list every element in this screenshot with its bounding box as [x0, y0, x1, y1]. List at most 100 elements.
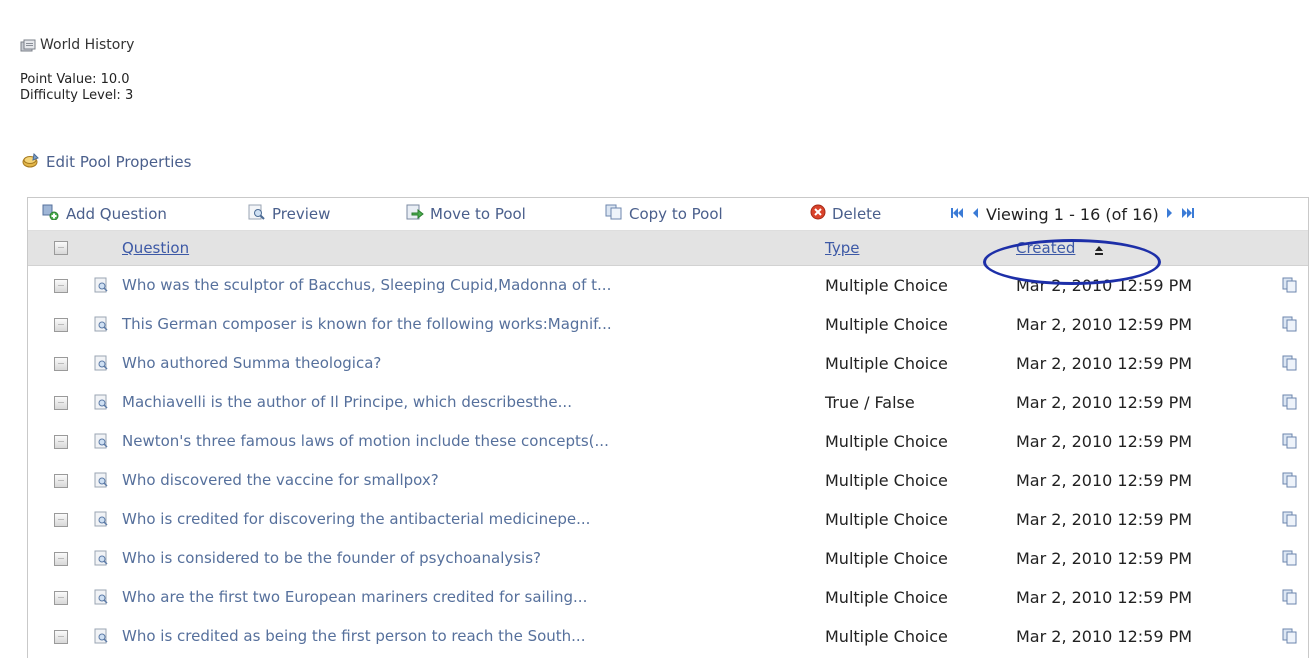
add-question-label: Add Question — [66, 205, 167, 223]
edit-properties-icon — [22, 152, 40, 172]
row-checkbox[interactable] — [54, 474, 68, 488]
row-checkbox[interactable] — [54, 318, 68, 332]
question-doc-icon — [94, 628, 108, 644]
copy-question-icon[interactable] — [1282, 433, 1298, 449]
question-link[interactable]: Newton's three famous laws of motion inc… — [122, 422, 609, 461]
created-date: Mar 2, 2010 12:59 PM — [1016, 393, 1193, 412]
question-column-header[interactable]: Question — [122, 231, 189, 265]
copy-question-icon[interactable] — [1282, 628, 1298, 644]
table-row: Who is credited as being the first perso… — [28, 617, 1308, 656]
copy-question-icon[interactable] — [1282, 316, 1298, 332]
row-checkbox[interactable] — [54, 357, 68, 371]
last-page-icon[interactable] — [1181, 205, 1195, 224]
question-type: Multiple Choice — [825, 510, 948, 529]
question-type: Multiple Choice — [825, 588, 948, 607]
question-link[interactable]: Who was the sculptor of Bacchus, Sleepin… — [122, 266, 611, 305]
question-link[interactable]: Who authored Summa theologica? — [122, 344, 381, 383]
next-page-icon[interactable] — [1165, 205, 1175, 224]
table-row: Who is considered to be the founder of p… — [28, 539, 1308, 578]
table-row: Who discovered the vaccine for smallpox?… — [28, 461, 1308, 500]
preview-label: Preview — [272, 205, 331, 223]
preview-icon — [248, 204, 266, 224]
edit-pool-properties-link[interactable]: Edit Pool Properties — [22, 152, 191, 172]
previous-page-icon[interactable] — [970, 205, 980, 224]
question-link[interactable]: Machiavelli is the author of Il Principe… — [122, 383, 572, 422]
copy-to-pool-icon — [605, 204, 623, 224]
pool-meta: Point Value: 10.0 Difficulty Level: 3 — [20, 72, 133, 104]
delete-button[interactable]: Delete — [810, 198, 881, 230]
created-date: Mar 2, 2010 12:59 PM — [1016, 354, 1193, 373]
table-row: Who authored Summa theologica? Multiple C… — [28, 344, 1308, 383]
table-row: Newton's three famous laws of motion inc… — [28, 422, 1308, 461]
question-link[interactable]: Who discovered the vaccine for smallpox? — [122, 461, 439, 500]
copy-question-icon[interactable] — [1282, 589, 1298, 605]
row-checkbox[interactable] — [54, 630, 68, 644]
question-link[interactable]: Who are the first two European mariners … — [122, 578, 587, 617]
created-date: Mar 2, 2010 12:59 PM — [1016, 510, 1193, 529]
preview-button[interactable]: Preview — [248, 198, 330, 230]
copy-to-pool-label: Copy to Pool — [629, 205, 723, 223]
add-question-button[interactable]: Add Question — [42, 198, 167, 230]
question-type: Multiple Choice — [825, 354, 948, 373]
table-toolbar: Add Question Preview Move to Pool Copy t… — [28, 198, 1308, 231]
question-doc-icon — [94, 355, 108, 371]
type-column-header[interactable]: Type — [825, 231, 859, 265]
created-date: Mar 2, 2010 12:59 PM — [1016, 315, 1193, 334]
row-checkbox[interactable] — [54, 435, 68, 449]
pool-title: World History — [40, 37, 135, 53]
created-date: Mar 2, 2010 12:59 PM — [1016, 588, 1193, 607]
question-type: Multiple Choice — [825, 276, 948, 295]
table-row: Machiavelli is the author of Il Principe… — [28, 383, 1308, 422]
row-checkbox[interactable] — [54, 513, 68, 527]
question-type: Multiple Choice — [825, 471, 948, 490]
copy-question-icon[interactable] — [1282, 511, 1298, 527]
question-type: Multiple Choice — [825, 549, 948, 568]
move-to-pool-label: Move to Pool — [430, 205, 526, 223]
copy-question-icon[interactable] — [1282, 394, 1298, 410]
table-row: Who is credited for discovering the anti… — [28, 500, 1308, 539]
question-doc-icon — [94, 511, 108, 527]
copy-question-icon[interactable] — [1282, 277, 1298, 293]
pool-icon — [20, 38, 36, 52]
created-date: Mar 2, 2010 12:59 PM — [1016, 471, 1193, 490]
pager: Viewing 1 - 16 (of 16) — [950, 198, 1195, 230]
question-doc-icon — [94, 472, 108, 488]
question-link[interactable]: Who is credited as being the first perso… — [122, 617, 585, 656]
question-type: Multiple Choice — [825, 315, 948, 334]
edit-pool-properties-label: Edit Pool Properties — [46, 153, 192, 171]
question-doc-icon — [94, 316, 108, 332]
table-row: Who are the first two European mariners … — [28, 578, 1308, 617]
row-checkbox[interactable] — [54, 552, 68, 566]
question-doc-icon — [94, 277, 108, 293]
question-type: Multiple Choice — [825, 432, 948, 451]
select-all-checkbox[interactable] — [54, 241, 68, 255]
pool-header: World History — [20, 33, 134, 57]
question-type: Multiple Choice — [825, 627, 948, 646]
copy-to-pool-button[interactable]: Copy to Pool — [605, 198, 723, 230]
created-date: Mar 2, 2010 12:59 PM — [1016, 432, 1193, 451]
first-page-icon[interactable] — [950, 205, 964, 224]
delete-icon — [810, 204, 826, 224]
question-link[interactable]: This German composer is known for the fo… — [122, 305, 612, 344]
difficulty-level: Difficulty Level: 3 — [20, 88, 134, 103]
question-doc-icon — [94, 589, 108, 605]
copy-question-icon[interactable] — [1282, 472, 1298, 488]
copy-question-icon[interactable] — [1282, 355, 1298, 371]
copy-question-icon[interactable] — [1282, 550, 1298, 566]
delete-label: Delete — [832, 205, 882, 223]
row-checkbox[interactable] — [54, 279, 68, 293]
question-link[interactable]: Who is considered to be the founder of p… — [122, 539, 541, 578]
question-doc-icon — [94, 550, 108, 566]
table-row: This German composer is known for the fo… — [28, 305, 1308, 344]
row-checkbox[interactable] — [54, 396, 68, 410]
created-date: Mar 2, 2010 12:59 PM — [1016, 549, 1193, 568]
question-type: True / False — [825, 393, 915, 412]
question-link[interactable]: Who is credited for discovering the anti… — [122, 500, 590, 539]
move-to-pool-button[interactable]: Move to Pool — [406, 198, 526, 230]
row-checkbox[interactable] — [54, 591, 68, 605]
move-to-pool-icon — [406, 204, 424, 224]
question-doc-icon — [94, 394, 108, 410]
highlight-circle — [983, 239, 1161, 285]
point-value: Point Value: 10.0 — [20, 72, 130, 87]
question-doc-icon — [94, 433, 108, 449]
